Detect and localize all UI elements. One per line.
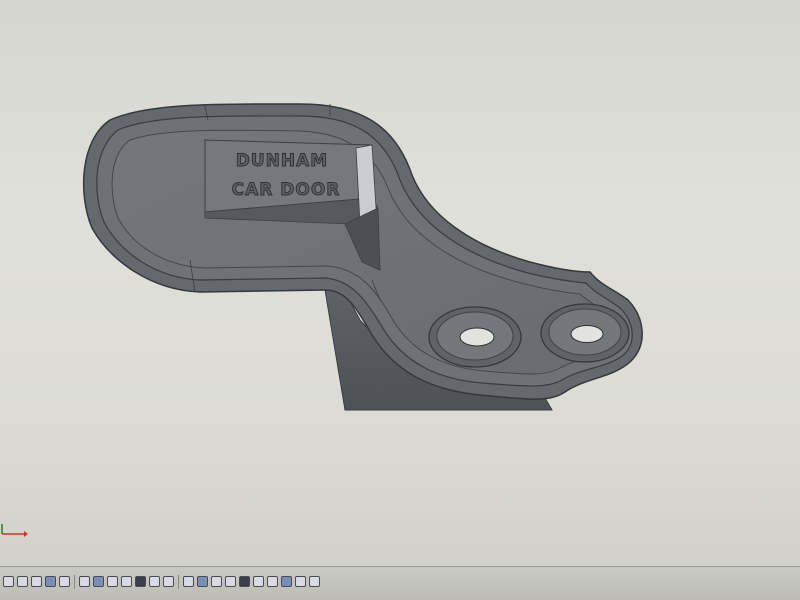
engraving-line-2: CAR DOOR [232,180,341,200]
3d-model-view[interactable]: DUNHAM CAR DOOR [0,0,800,565]
view-iso-icon[interactable] [121,576,132,587]
measure-icon[interactable] [309,576,320,587]
wireframe-icon[interactable] [163,576,174,587]
zoom-icon[interactable] [17,576,28,587]
toolbar-separator [178,575,179,589]
extrude-icon[interactable] [211,576,222,587]
cad-viewport[interactable]: DUNHAM CAR DOOR [0,0,800,565]
mounting-hole-right[interactable] [540,303,630,363]
view-top-icon[interactable] [93,576,104,587]
bottom-toolbar [0,566,800,600]
shaded-icon[interactable] [149,576,160,587]
engraving-line-1: DUNHAM [236,151,328,171]
mirror-icon[interactable] [281,576,292,587]
pattern-icon[interactable] [295,576,306,587]
view-front-icon[interactable] [79,576,90,587]
axis-triad-icon [0,522,30,546]
cut-icon[interactable] [225,576,236,587]
view-right-icon[interactable] [107,576,118,587]
hidden-line-icon[interactable] [183,576,194,587]
toolbar-separator [74,575,75,589]
select-icon[interactable] [3,576,14,587]
hole-icon[interactable] [267,576,278,587]
fit-icon[interactable] [59,576,70,587]
rotate-icon[interactable] [31,576,42,587]
mounting-hole-left[interactable] [428,306,522,368]
section-icon[interactable] [135,576,146,587]
chamfer-icon[interactable] [253,576,264,587]
sketch-icon[interactable] [197,576,208,587]
fillet-icon[interactable] [239,576,250,587]
pan-icon[interactable] [45,576,56,587]
